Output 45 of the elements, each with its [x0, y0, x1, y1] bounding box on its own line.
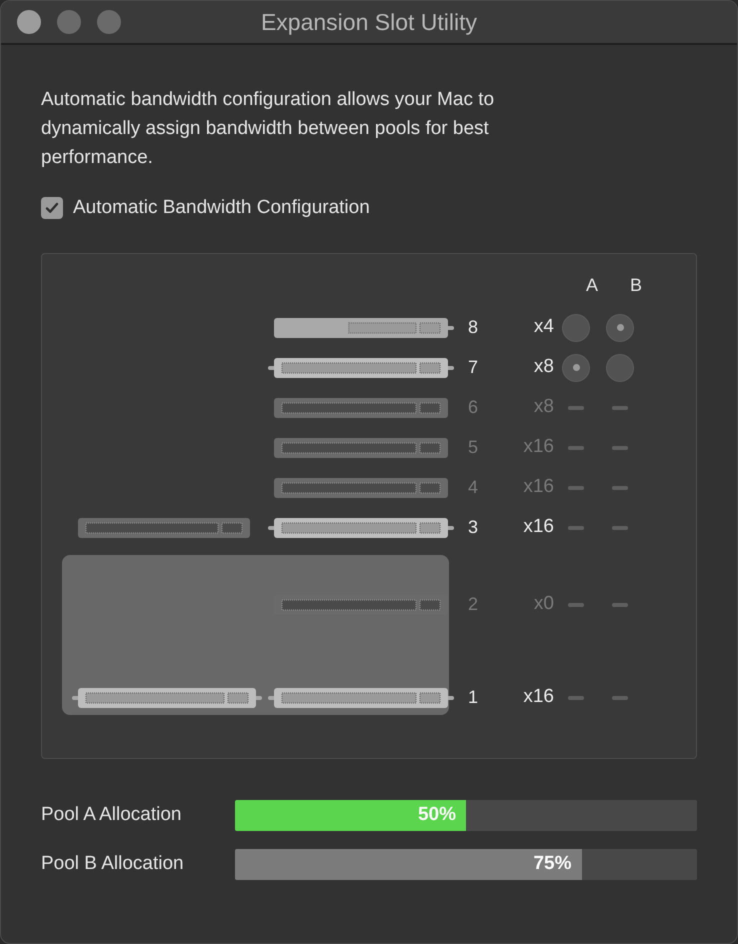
dash-icon	[568, 446, 584, 450]
slot-number: 1	[468, 686, 480, 709]
lane-width: x16	[522, 685, 554, 710]
slot-number: 5	[468, 436, 480, 459]
pool-radio[interactable]	[606, 314, 634, 342]
window-title: Expansion Slot Utility	[260, 8, 478, 37]
dash-icon	[612, 486, 628, 490]
pool-header: A	[584, 274, 599, 296]
dash-icon	[568, 486, 584, 490]
dash-icon	[612, 446, 628, 450]
lane-width: x16	[522, 515, 554, 540]
lane-width: x4	[532, 315, 554, 340]
lane-width: x8	[532, 355, 554, 380]
allocation-percent: 75%	[533, 852, 572, 876]
dash-icon	[568, 406, 584, 410]
description-text: Automatic bandwidth configuration allows your Mac to dynamically assign bandwidth between pools for best performance.	[41, 88, 496, 170]
slot-number: 6	[468, 396, 480, 419]
pool-header: B	[628, 274, 643, 296]
lane-width: x8	[532, 395, 554, 420]
lane-width: x16	[522, 435, 554, 460]
checkbox[interactable]	[41, 197, 63, 220]
slot-number: 4	[468, 476, 480, 499]
dash-icon	[568, 696, 584, 700]
lane-width: x0	[532, 592, 554, 616]
allocation-percent: 50%	[418, 802, 456, 827]
close-icon[interactable]	[17, 10, 41, 34]
pool-radio[interactable]	[562, 314, 590, 342]
dash-icon	[568, 526, 584, 530]
slot-number: 8	[468, 316, 480, 339]
zoom-icon[interactable]	[97, 10, 121, 34]
pool-radio[interactable]	[606, 354, 634, 382]
dash-icon	[612, 406, 628, 410]
dash-icon	[568, 602, 584, 606]
dash-icon	[612, 696, 628, 700]
minimize-icon[interactable]	[57, 10, 81, 34]
slot-number: 7	[468, 356, 480, 379]
dash-icon	[612, 602, 628, 606]
slot-number: 3	[468, 516, 480, 539]
slot-number: 2	[468, 593, 480, 616]
lane-width: x16	[522, 475, 554, 500]
allocation-label: Pool A Allocation	[41, 802, 182, 827]
pool-radio[interactable]	[562, 354, 590, 382]
checkbox-label: Automatic Bandwidth Configuration	[73, 196, 370, 220]
dash-icon	[612, 526, 628, 530]
allocation-label: Pool B Allocation	[41, 852, 185, 876]
